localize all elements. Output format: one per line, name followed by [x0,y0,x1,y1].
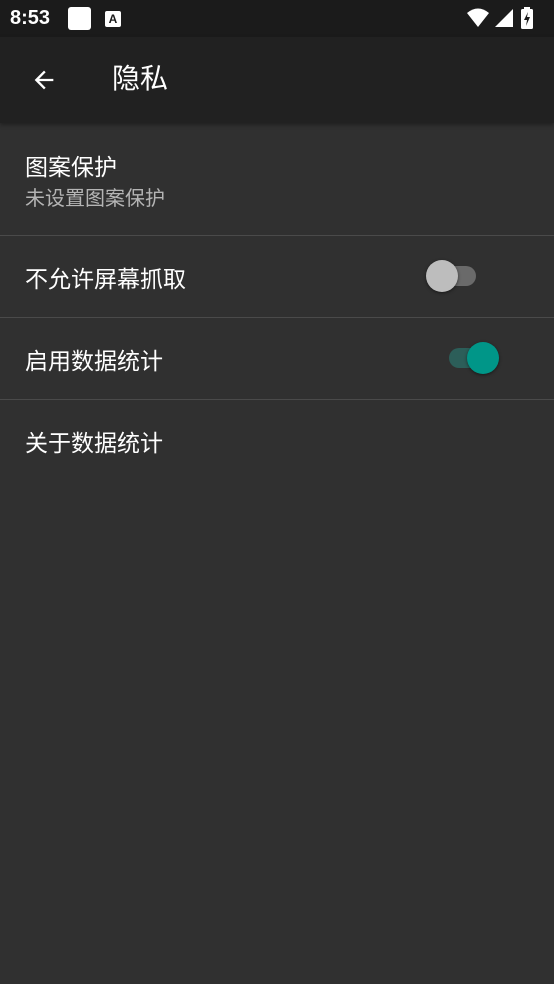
pref-about-analytics[interactable]: 关于数据统计 [0,400,554,482]
analytics-switch[interactable] [437,338,503,378]
preference-list: 图案保护 未设置图案保护 不允许屏幕抓取 启用数据统计 关于数据统计 [0,123,554,482]
status-time: 8:53 [10,7,51,29]
a-notification-icon: A [105,11,121,27]
battery-icon [521,7,533,29]
wifi-icon [467,8,489,27]
status-icons [466,7,546,29]
pref-enable-analytics[interactable]: 启用数据统计 [0,318,554,400]
pref-title: 图案保护 [25,155,117,181]
pref-title: 启用数据统计 [25,349,163,375]
switch-thumb [426,260,458,292]
pref-title: 不允许屏幕抓取 [25,267,186,293]
pref-disallow-screen-capture[interactable]: 不允许屏幕抓取 [0,236,554,318]
pref-pattern-protection[interactable]: 图案保护 未设置图案保护 [0,123,554,236]
back-button[interactable] [20,56,68,104]
notification-square-icon [68,7,91,30]
pref-summary: 未设置图案保护 [25,186,165,210]
arrow-back-icon [34,70,54,90]
pref-title: 关于数据统计 [25,431,163,457]
screen-capture-switch[interactable] [426,256,492,296]
cell-signal-icon [495,9,513,27]
switch-thumb [467,342,499,374]
status-bar: 8:53 A [0,0,554,37]
page-title: 隐私 [112,62,169,95]
app-bar: 隐私 [0,37,554,123]
